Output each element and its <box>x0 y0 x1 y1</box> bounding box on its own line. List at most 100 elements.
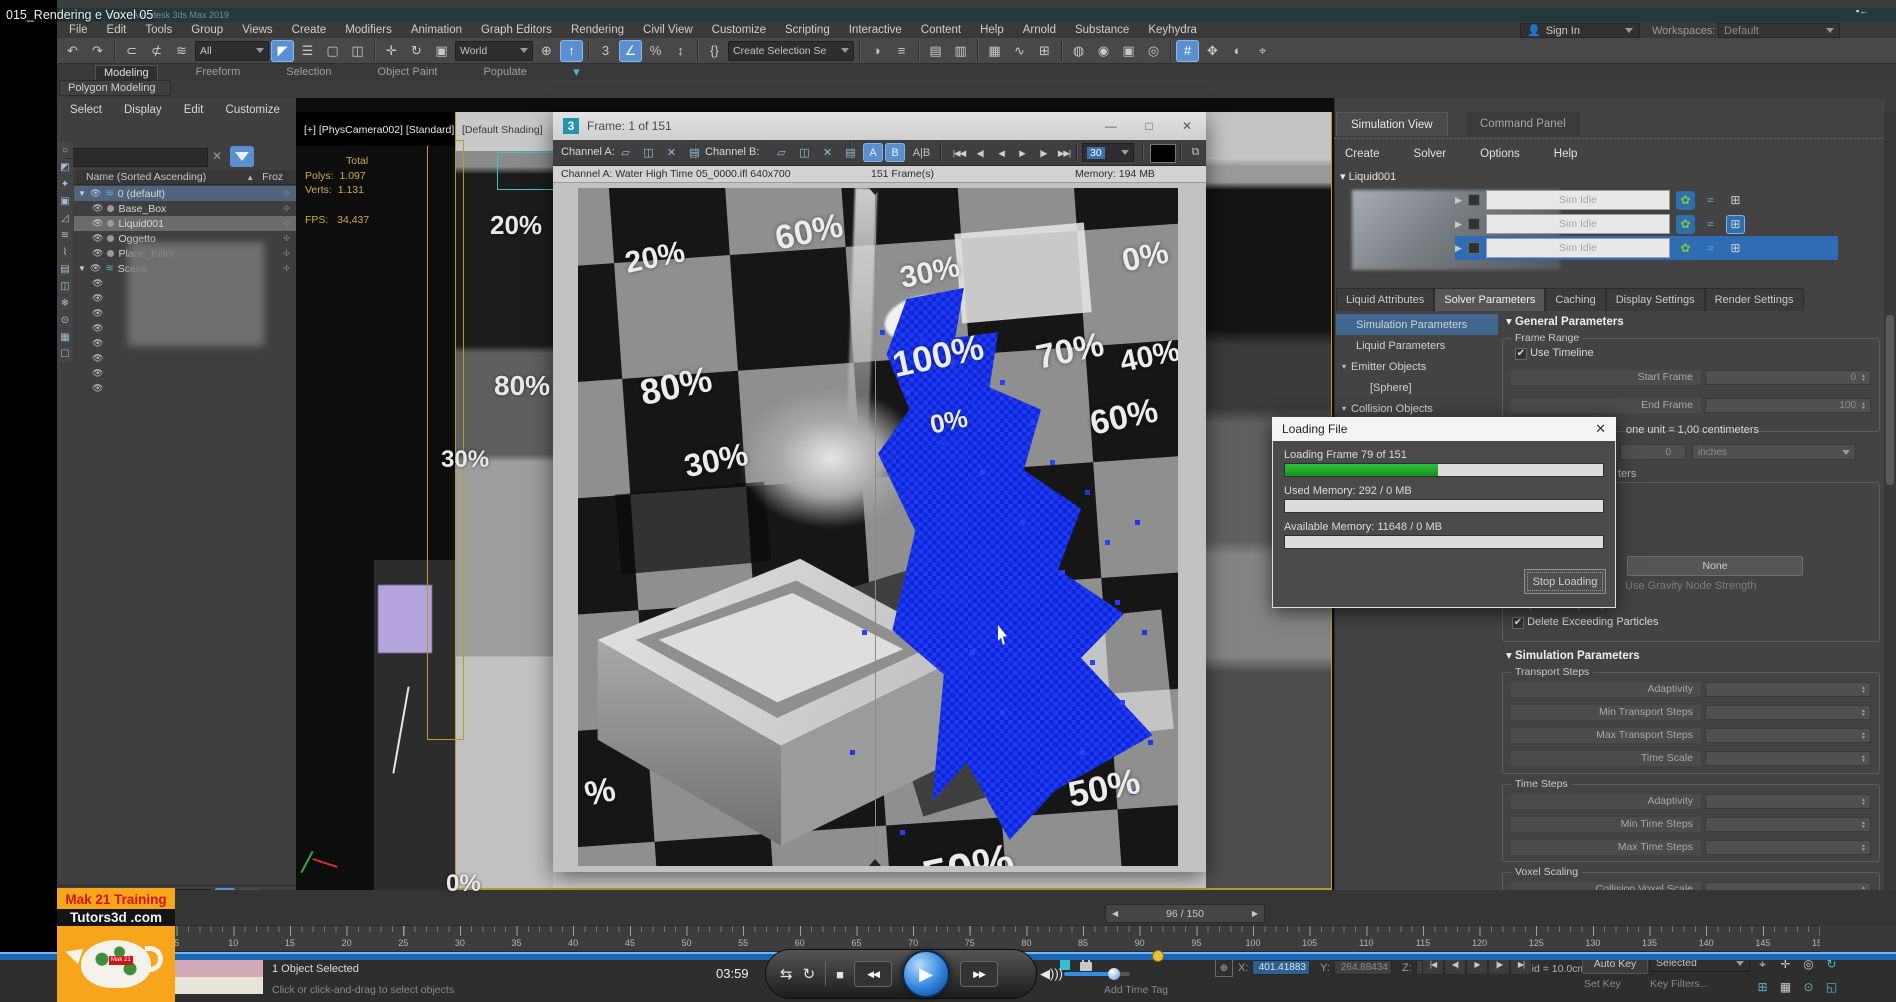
sim-idle-button[interactable]: Sim Idle <box>1485 238 1670 258</box>
expand-arrow-icon[interactable]: ▾ <box>1342 404 1346 413</box>
menu-substance[interactable]: Substance <box>1075 24 1129 36</box>
clear-channel-icon[interactable]: ✕ <box>819 144 836 161</box>
frozen-toggle-icon[interactable]: ✣ <box>283 249 290 258</box>
prev-frame-arrow[interactable]: ◀ <box>1112 909 1118 918</box>
end-frame-field[interactable]: 100 ▲ ▼ <box>1705 398 1871 413</box>
reference-coordinate-dropdown[interactable]: World <box>455 40 533 61</box>
voxel-grid-icon[interactable]: ⊞ <box>1725 214 1745 234</box>
undo-icon[interactable]: ↶ <box>61 40 84 62</box>
stop-button[interactable]: ■ <box>836 967 844 982</box>
filter-cameras-icon[interactable]: ▣ <box>57 193 73 209</box>
unit-value-field[interactable]: 0 <box>1620 444 1686 460</box>
stop-loading-button[interactable]: Stop Loading <box>1524 569 1606 594</box>
param-field[interactable]: ▲▼ <box>1705 705 1871 720</box>
schematic-view-icon[interactable]: ⊞ <box>1033 40 1056 62</box>
zoom-all-icon[interactable]: ▦ <box>1775 977 1796 997</box>
material-editor-icon[interactable]: ◍ <box>1067 40 1090 62</box>
volume-thumb[interactable] <box>1108 968 1120 980</box>
zoom-region-icon[interactable]: ⊞ <box>1752 977 1773 997</box>
spinner-icon[interactable]: ▲▼ <box>1858 752 1869 765</box>
filter-bones-icon[interactable]: ⌇ <box>57 244 73 260</box>
liquid-wave-icon[interactable]: ≈ <box>1701 239 1720 258</box>
zoom-icon[interactable]: ⊙ <box>1798 977 1819 997</box>
jump-icon[interactable]: ⇆ <box>780 965 793 983</box>
menu-rendering[interactable]: Rendering <box>571 24 624 36</box>
clear-search-icon[interactable]: ✕ <box>212 149 222 163</box>
use-timeline-checkbox[interactable]: ✔ Use Timeline <box>1515 347 1594 360</box>
frozen-toggle-icon[interactable]: ✣ <box>283 219 290 228</box>
tree-row-hidden[interactable]: 👁 <box>74 351 296 366</box>
tab-simulation-view[interactable]: Simulation View <box>1336 112 1448 136</box>
track-bar[interactable]: 0510152025303540455055606570758085909510… <box>117 925 1827 952</box>
play-button[interactable]: ▶ <box>902 950 951 998</box>
show-channel-b-button[interactable]: B <box>885 143 905 162</box>
visibility-eye-icon[interactable]: 👁 <box>92 218 103 229</box>
expand-arrow-icon[interactable]: ▼ <box>78 264 86 273</box>
workspace-dropdown[interactable]: Default <box>1718 23 1840 38</box>
rendered-image[interactable]: 20%60%30%0%80%100%70%40%30%0%60%%50%50% <box>578 188 1178 866</box>
loop-icon[interactable]: ↻ <box>803 965 816 983</box>
unit-type-dropdown[interactable]: inches <box>1692 444 1856 460</box>
menu-modifiers[interactable]: Modifiers <box>345 24 392 36</box>
rewind-button[interactable]: ◀◀ <box>854 961 893 987</box>
open-file-icon[interactable]: ▱ <box>617 144 634 161</box>
key-filters-button[interactable]: Key Filters... <box>1650 978 1708 990</box>
explorer-menu-edit[interactable]: Edit <box>184 104 204 116</box>
explorer-column-header[interactable]: Name (Sorted Ascending) ▲ Froz <box>74 170 296 185</box>
viewport-label[interactable]: [+] [PhysCamera002] [Standard] <box>304 124 454 136</box>
use-pivot-center-icon[interactable]: ⊕ <box>535 40 558 62</box>
visibility-eye-icon[interactable]: 👁 <box>90 188 101 199</box>
visibility-eye-icon[interactable]: 👁 <box>92 203 103 214</box>
maximize-viewport-icon[interactable]: ◱ <box>1821 977 1842 997</box>
fast-forward-button[interactable]: ▶▶ <box>960 961 999 987</box>
next-frame-button[interactable]: |▶ <box>1033 144 1053 162</box>
param-field[interactable]: ▲▼ <box>1705 682 1871 697</box>
tree-row-hidden[interactable]: 👁 <box>74 366 296 381</box>
speaker-icon[interactable]: ◀))) <box>1040 966 1063 982</box>
filter-misc-icon[interactable]: ☐ <box>57 346 73 362</box>
frozen-toggle-icon[interactable]: ✣ <box>283 264 290 273</box>
row-checkbox[interactable] <box>1467 218 1480 230</box>
param-tab-render-settings[interactable]: Render Settings <box>1704 288 1804 311</box>
filter-materials-icon[interactable]: ▦ <box>57 329 73 345</box>
target-tool-icon[interactable]: ⌖ <box>1251 40 1274 62</box>
ribbon-tab-selection[interactable]: Selection <box>278 65 339 79</box>
simulation-row[interactable]: ▶ Sim Idle ✿ ≈ ⊞ <box>1455 236 1838 260</box>
set-key-button[interactable]: Set Key <box>1584 978 1621 990</box>
visibility-eye-icon[interactable]: 👁 <box>90 263 101 274</box>
go-end-button[interactable]: ▶▶| <box>1054 144 1074 162</box>
expand-arrow-icon[interactable]: ▼ <box>78 189 86 198</box>
viewport-shading-label[interactable]: [Default Shading] <box>462 124 543 136</box>
ribbon-tab-object-paint[interactable]: Object Paint <box>370 65 446 79</box>
emitter-icon[interactable]: ✿ <box>1675 238 1695 258</box>
video-playhead[interactable] <box>1151 950 1164 962</box>
rollout-general-parameters[interactable]: ▾ General Parameters <box>1506 314 1624 328</box>
redo-icon[interactable]: ↷ <box>86 40 109 62</box>
liquid-wave-icon[interactable]: ≈ <box>1701 215 1720 234</box>
ribbon-tab-modeling[interactable]: Modeling <box>95 64 158 80</box>
explorer-menu-customize[interactable]: Customize <box>226 104 280 116</box>
menu-interactive[interactable]: Interactive <box>849 24 902 36</box>
next-frame-arrow[interactable]: ▶ <box>1252 909 1258 918</box>
selection-lock-icon[interactable] <box>1080 956 1092 971</box>
delete-exceeding-checkbox[interactable]: ✔ Delete Exceeding Particles <box>1512 616 1659 629</box>
filter-lights-icon[interactable]: ✦ <box>57 176 73 192</box>
sim-idle-button[interactable]: Sim Idle <box>1485 214 1670 234</box>
filter-helpers-icon[interactable]: ◿ <box>57 210 73 226</box>
render-production-icon[interactable]: ◎ <box>1142 40 1165 62</box>
param-tab-caching[interactable]: Caching <box>1545 288 1606 311</box>
angle-snap-icon[interactable]: ∠ <box>619 39 642 62</box>
emitter-icon[interactable]: ✿ <box>1675 214 1695 234</box>
frame-window-titlebar[interactable]: 3 Frame: 1 of 151 — □ ✕ <box>553 112 1206 140</box>
spinner-icon[interactable]: ▲▼ <box>1858 399 1869 412</box>
toggle-ribbon-icon[interactable]: ▦ <box>983 40 1006 62</box>
close-button[interactable]: ✕ <box>1168 113 1206 139</box>
bind-spacewarp-icon[interactable]: ≋ <box>170 40 193 62</box>
window-crossing-icon[interactable]: ◫ <box>346 40 369 62</box>
param-field[interactable]: ▲▼ <box>1705 794 1871 809</box>
visibility-eye-icon[interactable]: 👁 <box>92 293 103 304</box>
align-icon[interactable]: ≡ <box>890 40 913 62</box>
wipe-marker-bottom-icon[interactable] <box>869 859 881 866</box>
link-icon[interactable]: ⊂ <box>120 40 143 62</box>
rollout-simulation-parameters[interactable]: ▾ Simulation Parameters <box>1506 648 1640 662</box>
